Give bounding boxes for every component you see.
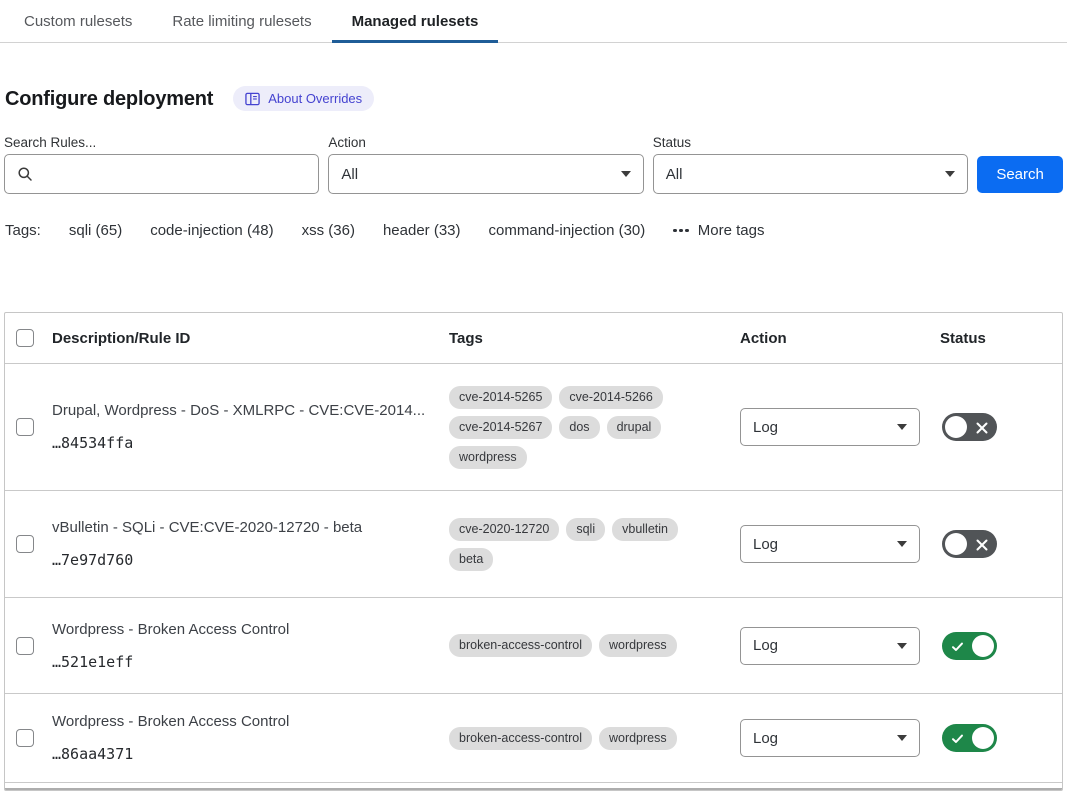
- table-footer-divider: [5, 788, 1062, 790]
- toggle-knob: [972, 727, 994, 749]
- check-icon: [951, 640, 964, 658]
- about-overrides-link[interactable]: About Overrides: [233, 86, 374, 111]
- column-header-tags: Tags: [449, 330, 740, 347]
- more-tags-label: More tags: [698, 222, 765, 239]
- row-checkbox[interactable]: [16, 535, 34, 553]
- managed-rules-table: Description/Rule ID Tags Action Status D…: [4, 312, 1063, 791]
- search-rules-label: Search Rules...: [4, 135, 319, 150]
- tag-chip: broken-access-control: [449, 634, 592, 657]
- tag-filter-xss[interactable]: xss (36): [302, 222, 355, 239]
- rule-id: …521e1eff: [52, 653, 433, 671]
- status-filter-value: All: [666, 166, 683, 183]
- search-icon: [17, 166, 33, 182]
- rule-action-select[interactable]: Log: [740, 525, 920, 563]
- tab-custom-rulesets[interactable]: Custom rulesets: [4, 0, 152, 42]
- rule-action-value: Log: [753, 536, 778, 553]
- book-icon: [245, 92, 260, 106]
- rule-description: Drupal, Wordpress - DoS - XMLRPC - CVE:C…: [52, 402, 433, 419]
- rule-tags: broken-access-control wordpress: [449, 727, 735, 750]
- status-filter-label: Status: [653, 135, 968, 150]
- search-rules-input[interactable]: [42, 166, 306, 183]
- check-icon: [951, 732, 964, 750]
- chevron-down-icon: [897, 643, 907, 649]
- row-checkbox[interactable]: [16, 418, 34, 436]
- table-header-row: Description/Rule ID Tags Action Status: [5, 313, 1062, 364]
- rule-status-toggle[interactable]: [942, 632, 997, 660]
- rule-tags: cve-2014-5265 cve-2014-5266 cve-2014-526…: [449, 386, 735, 469]
- tag-filter-header[interactable]: header (33): [383, 222, 461, 239]
- tag-filter-code-injection[interactable]: code-injection (48): [150, 222, 273, 239]
- ruleset-tabs: Custom rulesets Rate limiting rulesets M…: [0, 0, 1067, 43]
- column-header-status: Status: [940, 330, 1062, 347]
- more-tags-button[interactable]: More tags: [673, 222, 764, 239]
- rule-id: …84534ffa: [52, 434, 433, 452]
- filters-row: Search Rules... Action All Status: [4, 135, 1063, 194]
- rule-id: …7e97d760: [52, 551, 433, 569]
- table-row: Wordpress - Broken Access Control …521e1…: [5, 598, 1062, 694]
- chevron-down-icon: [897, 424, 907, 430]
- tag-chip: broken-access-control: [449, 727, 592, 750]
- action-filter-label: Action: [328, 135, 643, 150]
- tag-chip: wordpress: [599, 634, 677, 657]
- tag-chip: cve-2020-12720: [449, 518, 559, 541]
- rule-tags: broken-access-control wordpress: [449, 634, 735, 657]
- tab-rate-limiting-rulesets[interactable]: Rate limiting rulesets: [152, 0, 331, 42]
- action-filter-select[interactable]: All: [328, 154, 643, 194]
- ellipsis-icon: [673, 229, 689, 233]
- rule-action-select[interactable]: Log: [740, 408, 920, 446]
- column-header-description: Description/Rule ID: [52, 330, 449, 347]
- chevron-down-icon: [945, 171, 955, 177]
- toggle-knob: [945, 416, 967, 438]
- rule-action-value: Log: [753, 730, 778, 747]
- x-icon: [976, 538, 988, 556]
- rule-status-toggle[interactable]: [942, 530, 997, 558]
- tag-chip: dos: [559, 416, 599, 439]
- x-icon: [976, 421, 988, 439]
- tag-chip: beta: [449, 548, 493, 571]
- column-header-action: Action: [740, 330, 940, 347]
- action-filter-value: All: [341, 166, 358, 183]
- tags-bar: Tags: sqli (65) code-injection (48) xss …: [5, 222, 1063, 239]
- tag-chip: wordpress: [449, 446, 527, 469]
- select-all-checkbox[interactable]: [16, 329, 34, 347]
- tag-chip: cve-2014-5265: [449, 386, 552, 409]
- tag-chip: sqli: [566, 518, 605, 541]
- rule-description: vBulletin - SQLi - CVE:CVE-2020-12720 - …: [52, 519, 433, 536]
- rule-description: Wordpress - Broken Access Control: [52, 713, 433, 730]
- toggle-knob: [972, 635, 994, 657]
- tab-managed-rulesets[interactable]: Managed rulesets: [332, 0, 499, 42]
- chevron-down-icon: [897, 541, 907, 547]
- tag-chip: drupal: [607, 416, 662, 439]
- search-rules-inputbox: [4, 154, 319, 194]
- rule-description: Wordpress - Broken Access Control: [52, 621, 433, 638]
- tag-chip: vbulletin: [612, 518, 678, 541]
- tag-filter-command-injection[interactable]: command-injection (30): [489, 222, 646, 239]
- rule-action-value: Log: [753, 419, 778, 436]
- toggle-knob: [945, 533, 967, 555]
- status-filter-select[interactable]: All: [653, 154, 968, 194]
- tag-chip: wordpress: [599, 727, 677, 750]
- rule-action-select[interactable]: Log: [740, 719, 920, 757]
- page-title: Configure deployment: [5, 87, 213, 111]
- search-button[interactable]: Search: [977, 156, 1063, 193]
- chevron-down-icon: [897, 735, 907, 741]
- tags-label: Tags:: [5, 222, 41, 239]
- heading-row: Configure deployment About Overrides: [5, 86, 1063, 111]
- rule-action-value: Log: [753, 637, 778, 654]
- rule-action-select[interactable]: Log: [740, 627, 920, 665]
- rule-tags: cve-2020-12720 sqli vbulletin beta: [449, 518, 735, 571]
- tag-chip: cve-2014-5266: [559, 386, 662, 409]
- table-row: Drupal, Wordpress - DoS - XMLRPC - CVE:C…: [5, 364, 1062, 491]
- rule-id: …86aa4371: [52, 745, 433, 763]
- rule-status-toggle[interactable]: [942, 724, 997, 752]
- row-checkbox[interactable]: [16, 729, 34, 747]
- table-row: Wordpress - Broken Access Control …86aa4…: [5, 694, 1062, 783]
- tag-filter-sqli[interactable]: sqli (65): [69, 222, 122, 239]
- row-checkbox[interactable]: [16, 637, 34, 655]
- chevron-down-icon: [621, 171, 631, 177]
- tag-chip: cve-2014-5267: [449, 416, 552, 439]
- about-overrides-label: About Overrides: [268, 91, 362, 106]
- rule-status-toggle[interactable]: [942, 413, 997, 441]
- table-row: vBulletin - SQLi - CVE:CVE-2020-12720 - …: [5, 491, 1062, 598]
